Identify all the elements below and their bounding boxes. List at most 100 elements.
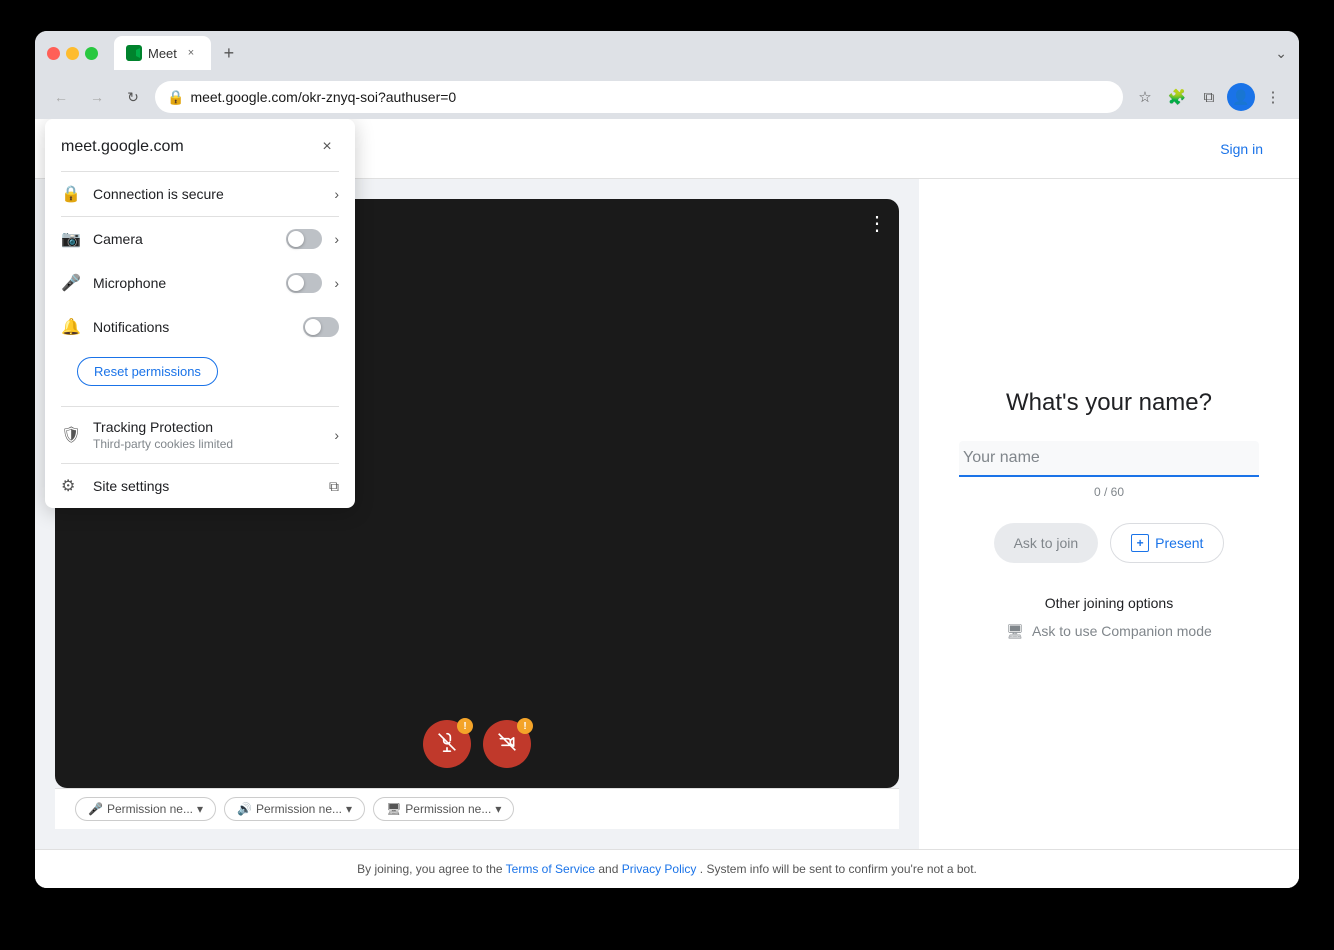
popup-site-settings-row[interactable]: ⚙ Site settings ⧉	[45, 464, 355, 508]
footer-text-after: . System info will be sent to confirm yo…	[700, 862, 977, 876]
profile-button[interactable]: 👤	[1227, 83, 1255, 111]
split-view-button[interactable]: ⧉	[1195, 83, 1223, 111]
microphone-arrow: ›	[334, 275, 339, 291]
lock-icon: 🔒	[61, 184, 81, 204]
forward-button[interactable]: →	[83, 83, 111, 111]
mic-off-icon	[437, 732, 457, 757]
page-content: meet.google.com × 🔒 Connection is secure…	[35, 119, 1299, 888]
tab-favicon	[126, 45, 142, 61]
present-label: Present	[1155, 535, 1203, 551]
notifications-toggle-knob	[305, 319, 321, 335]
camera-arrow: ›	[334, 231, 339, 247]
mic-perm-icon: 🎤	[88, 802, 103, 816]
ask-to-join-button[interactable]: Ask to join	[994, 523, 1099, 563]
mic-perm-label: Permission ne...	[107, 802, 193, 816]
companion-icon: 🖥	[1006, 623, 1024, 640]
connection-arrow: ›	[334, 186, 339, 202]
mic-alert-badge: !	[457, 718, 473, 734]
char-count: 0 / 60	[1094, 485, 1124, 499]
new-tab-button[interactable]: +	[215, 39, 243, 67]
permission-bar: 🎤 Permission ne... ▾ 🔊 Permission ne... …	[55, 788, 899, 829]
microphone-icon: 🎤	[61, 273, 81, 293]
settings-icon: ⚙	[61, 476, 81, 496]
present-button[interactable]: + Present	[1110, 523, 1224, 563]
notifications-label: Notifications	[93, 319, 291, 335]
speaker-permission-button[interactable]: 🔊 Permission ne... ▾	[224, 797, 365, 821]
page-footer: By joining, you agree to the Terms of Se…	[35, 849, 1299, 888]
join-title: What's your name?	[1006, 389, 1212, 417]
site-settings-external-icon: ⧉	[329, 478, 339, 495]
companion-mode-option[interactable]: 🖥 Ask to use Companion mode	[1006, 623, 1212, 640]
popup-connection-row[interactable]: 🔒 Connection is secure ›	[45, 172, 355, 216]
mic-perm-arrow: ▾	[197, 802, 203, 816]
cam-alert-badge: !	[517, 718, 533, 734]
cam-permission-button[interactable]: 🖥 Permission ne... ▾	[373, 797, 514, 821]
minimize-traffic-light[interactable]	[66, 47, 79, 60]
navigation-bar: ← → ↻ 🔒 meet.google.com/okr-znyq-soi?aut…	[35, 75, 1299, 119]
camera-icon: 📷	[61, 229, 81, 249]
speaker-perm-icon: 🔊	[237, 802, 252, 816]
active-tab[interactable]: Meet ×	[114, 36, 211, 70]
cam-off-icon	[497, 732, 517, 757]
maximize-traffic-light[interactable]	[85, 47, 98, 60]
cam-perm-label: Permission ne...	[405, 802, 491, 816]
traffic-lights	[47, 47, 98, 60]
lock-icon: 🔒	[167, 89, 184, 106]
footer-text-before: By joining, you agree to the	[357, 862, 502, 876]
popup-camera-row[interactable]: 📷 Camera ›	[45, 217, 355, 261]
site-info-popup: meet.google.com × 🔒 Connection is secure…	[45, 119, 355, 508]
speaker-perm-arrow: ▾	[346, 802, 352, 816]
video-menu-button[interactable]: ⋮	[867, 211, 887, 236]
other-options-title: Other joining options	[1045, 595, 1173, 611]
microphone-label: Microphone	[93, 275, 274, 291]
camera-label: Camera	[93, 231, 274, 247]
camera-button[interactable]: !	[483, 720, 531, 768]
popup-microphone-row[interactable]: 🎤 Microphone ›	[45, 261, 355, 305]
extensions-button[interactable]: 🧩	[1163, 83, 1191, 111]
back-button[interactable]: ←	[47, 83, 75, 111]
microphone-toggle[interactable]	[286, 273, 322, 293]
terms-link[interactable]: Terms of Service	[506, 862, 595, 876]
video-controls: ! !	[423, 720, 531, 768]
cam-perm-arrow: ▾	[495, 802, 501, 816]
tab-title: Meet	[148, 46, 177, 61]
popup-close-button[interactable]: ×	[315, 135, 339, 159]
notifications-toggle[interactable]	[303, 317, 339, 337]
nav-actions: ☆ 🧩 ⧉ 👤 ⋮	[1131, 83, 1287, 111]
site-settings-label: Site settings	[93, 478, 317, 494]
mic-permission-button[interactable]: 🎤 Permission ne... ▾	[75, 797, 216, 821]
camera-toggle-knob	[288, 231, 304, 247]
connection-label: Connection is secure	[93, 186, 322, 202]
tab-expand-button[interactable]: ⌄	[1275, 45, 1287, 62]
tracking-icon: 🛡	[61, 425, 81, 445]
close-traffic-light[interactable]	[47, 47, 60, 60]
tab-close-button[interactable]: ×	[183, 45, 199, 61]
name-input-container	[959, 441, 1259, 477]
reload-button[interactable]: ↻	[119, 83, 147, 111]
tracking-label: Tracking Protection Third-party cookies …	[93, 419, 322, 451]
popup-title: meet.google.com	[61, 138, 184, 156]
popup-notifications-row[interactable]: 🔔 Notifications	[45, 305, 355, 349]
tracking-sub: Third-party cookies limited	[93, 437, 322, 451]
mute-button[interactable]: !	[423, 720, 471, 768]
bookmark-button[interactable]: ☆	[1131, 83, 1159, 111]
address-text: meet.google.com/okr-znyq-soi?authuser=0	[190, 89, 1111, 105]
microphone-toggle-knob	[288, 275, 304, 291]
sign-in-button[interactable]: Sign in	[1204, 133, 1279, 165]
present-icon: +	[1131, 534, 1149, 552]
companion-label: Ask to use Companion mode	[1032, 623, 1212, 639]
camera-toggle[interactable]	[286, 229, 322, 249]
privacy-link[interactable]: Privacy Policy	[622, 862, 697, 876]
notifications-icon: 🔔	[61, 317, 81, 337]
address-bar[interactable]: 🔒 meet.google.com/okr-znyq-soi?authuser=…	[155, 81, 1123, 113]
tracking-arrow: ›	[334, 427, 339, 443]
reset-permissions-button[interactable]: Reset permissions	[77, 357, 218, 386]
speaker-perm-label: Permission ne...	[256, 802, 342, 816]
title-bar: Meet × + ⌄	[35, 31, 1299, 75]
name-input[interactable]	[959, 441, 1259, 477]
popup-tracking-row[interactable]: 🛡 Tracking Protection Third-party cookie…	[45, 407, 355, 463]
popup-header: meet.google.com ×	[45, 119, 355, 171]
cam-perm-icon: 🖥	[386, 802, 401, 816]
right-panel: What's your name? 0 / 60 Ask to join + P…	[919, 179, 1299, 849]
menu-button[interactable]: ⋮	[1259, 83, 1287, 111]
